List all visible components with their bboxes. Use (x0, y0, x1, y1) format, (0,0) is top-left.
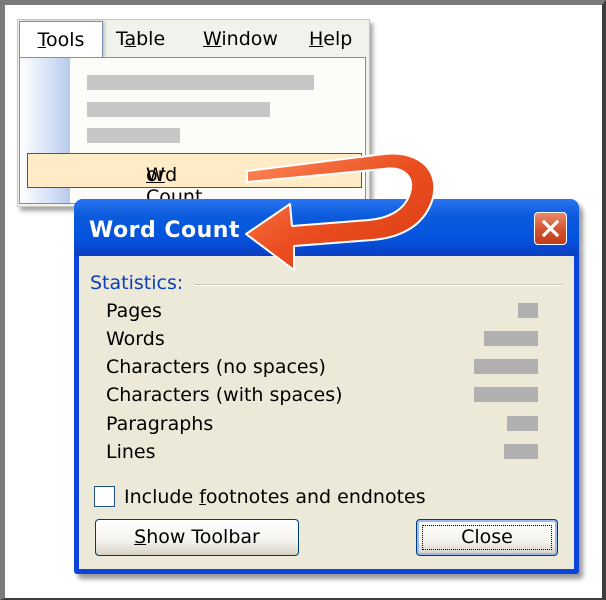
stat-label-lines: Lines (106, 441, 156, 463)
include-footnotes-checkbox[interactable] (94, 486, 115, 507)
menu-item-placeholder[interactable] (87, 102, 270, 117)
checkbox-label-post: ootnotes and endnotes (205, 486, 426, 508)
titlebar-close-button[interactable] (534, 212, 567, 245)
include-footnotes-label[interactable]: Include footnotes and endnotes (124, 486, 426, 508)
dialog-body: Statistics: Pages Words Characters (no s… (79, 256, 574, 569)
menu-tools-key: T (37, 29, 46, 51)
dialog-title: Word Count (89, 218, 240, 243)
stat-value-pages (518, 303, 538, 318)
group-divider (194, 284, 564, 286)
checkbox-label-key: f (199, 486, 206, 508)
menu-item-word-count[interactable]: Word Count... (27, 153, 362, 208)
menu-window-post: indow (221, 28, 278, 50)
menu-table-post: ble (136, 28, 166, 50)
stat-label-pages: Pages (106, 300, 162, 322)
statistics-label: Statistics: (90, 272, 184, 294)
stat-value-paragraphs (507, 416, 538, 431)
stat-value-lines (504, 444, 538, 459)
dialog-titlebar[interactable]: Word Count (74, 199, 579, 256)
menu-item-placeholder[interactable] (87, 75, 314, 90)
close-button[interactable]: Close (416, 519, 558, 556)
menu-tools[interactable]: Tools (19, 21, 103, 57)
show-toolbar-button[interactable]: Show Toolbar (95, 519, 299, 556)
menu-window: Tools Table Window Help Word Count... (17, 19, 370, 208)
menu-help-key: H (309, 28, 324, 50)
stat-value-characters-no-spaces (474, 359, 538, 374)
tools-dropdown: Word Count... (19, 57, 366, 208)
menu-table[interactable]: Table (116, 28, 165, 50)
checkbox-label-pre: Include (124, 486, 200, 508)
word-count-dialog: Word Count Statistics: Pages Words Chara… (74, 199, 579, 574)
menu-window-item[interactable]: Window (203, 28, 278, 50)
show-toolbar-key: S (134, 526, 147, 548)
menu-window-key: W (203, 28, 222, 50)
menu-tools-post: ools (45, 29, 85, 51)
menu-help-post: elp (323, 28, 353, 50)
stat-value-words (484, 331, 538, 346)
stat-value-characters-with-spaces (474, 387, 538, 402)
close-icon (541, 219, 560, 238)
stat-label-characters-no-spaces: Characters (no spaces) (106, 356, 326, 378)
stat-label-characters-with-spaces: Characters (with spaces) (106, 384, 343, 406)
menu-item-placeholder[interactable] (87, 128, 180, 143)
show-toolbar-post: how Toolbar (146, 526, 260, 548)
focus-ring (422, 525, 552, 550)
stat-label-paragraphs: Paragraphs (106, 413, 214, 435)
menubar: Tools Table Window Help (18, 20, 367, 58)
menu-help[interactable]: Help (309, 28, 352, 50)
stat-label-words: Words (106, 328, 165, 350)
menu-table-key: a (124, 28, 137, 50)
